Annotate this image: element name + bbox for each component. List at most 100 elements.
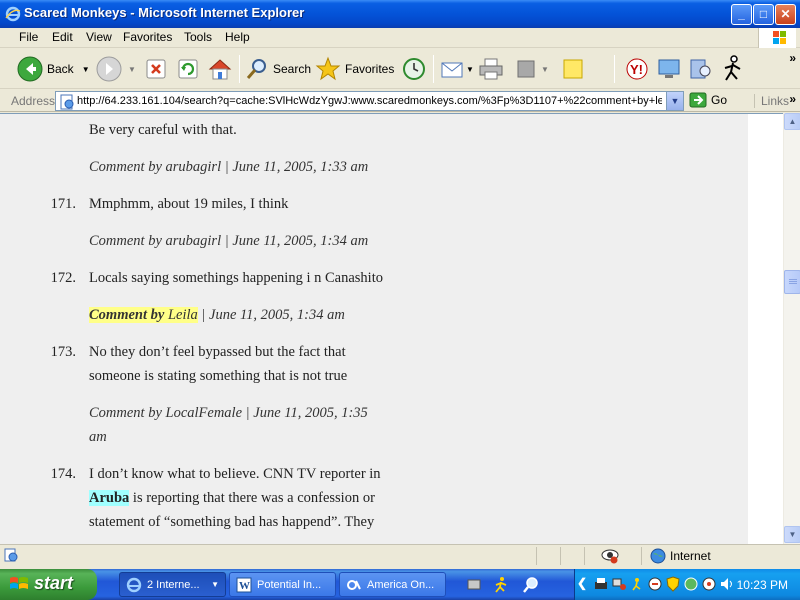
comment-date-continued: am [89, 429, 107, 445]
security-shield-icon[interactable] [665, 576, 681, 592]
updates-tray-icon[interactable] [683, 576, 699, 592]
go-button[interactable]: Go [689, 92, 727, 108]
taskbar-item-aol[interactable]: America On... [339, 572, 446, 597]
scroll-up-button[interactable]: ▲ [784, 113, 800, 130]
comment-text: I don’t know what to believe. CNN TV rep… [89, 466, 381, 482]
close-button[interactable]: ✕ [775, 4, 796, 25]
scroll-down-button[interactable]: ▼ [784, 526, 800, 543]
comment-author: LocalFemale [165, 405, 243, 421]
edit-dropdown-icon[interactable]: ▼ [541, 65, 549, 74]
menu-edit[interactable]: Edit [52, 30, 73, 44]
network-tray-icon[interactable] [611, 576, 627, 592]
sticky-note-icon [563, 59, 583, 79]
comment-author-prefix: Comment by [89, 307, 168, 323]
comment-meta: Comment by Leila | June 11, 2005, 1:34 a… [89, 307, 345, 324]
vertical-scrollbar[interactable]: ▲ ▼ [783, 113, 800, 544]
discuss-button[interactable] [561, 54, 585, 84]
comment-text: No they don’t feel bypassed but the fact… [89, 344, 346, 360]
tray-expand-icon[interactable]: ❮ [577, 576, 587, 590]
volume-tray-icon[interactable] [719, 576, 735, 592]
edit-page-icon [517, 60, 535, 78]
favorites-button[interactable]: Favorites [315, 54, 394, 84]
address-url[interactable]: http://64.233.161.104/search?q=cache:SVl… [77, 95, 662, 107]
highlighted-keyword: Aruba [89, 490, 130, 506]
menu-view[interactable]: View [86, 30, 112, 44]
menu-file[interactable]: File [19, 30, 38, 44]
mail-dropdown-icon[interactable]: ▼ [466, 65, 474, 74]
search-button[interactable]: Search [245, 54, 311, 84]
comment-author-prefix: Comment by [89, 233, 166, 249]
address-dropdown-icon[interactable]: ▼ [666, 92, 683, 110]
menu-help[interactable]: Help [225, 30, 250, 44]
links-overflow-icon[interactable]: » [789, 92, 796, 106]
address-input[interactable]: http://64.233.161.104/search?q=cache:SVl… [55, 91, 684, 111]
back-button[interactable]: Back ▼ [17, 54, 90, 84]
back-arrow-icon [17, 56, 43, 82]
scroll-thumb[interactable] [784, 270, 800, 294]
taskbar-group-arrow-icon: ▼ [211, 580, 219, 589]
refresh-button[interactable] [177, 54, 199, 84]
forward-button[interactable]: ▼ [96, 54, 136, 84]
go-label: Go [711, 93, 728, 107]
windows-flag-icon [773, 31, 786, 44]
aim-tray-icon[interactable] [629, 576, 645, 592]
research-button[interactable] [688, 54, 714, 84]
toolbar-overflow-icon[interactable]: » [789, 51, 796, 65]
taskbar-item-internet-explorer[interactable]: 2 Interne... ▼ [119, 572, 226, 597]
running-man-icon[interactable] [492, 576, 510, 594]
search-label: Search [273, 62, 312, 76]
mail-button[interactable]: ▼ [440, 54, 474, 84]
network-icon[interactable] [466, 576, 484, 592]
messenger-tray-icon[interactable] [701, 576, 717, 592]
status-bar: Internet [0, 544, 800, 566]
yahoo-button[interactable]: Y! [624, 54, 650, 84]
menu-tools[interactable]: Tools [184, 30, 212, 44]
comment-text: Mmphmm, about 19 miles, I think [89, 196, 289, 212]
maximize-button[interactable]: □ [753, 4, 774, 25]
comment-author-prefix: Comment by [89, 159, 166, 175]
taskbar: start 2 Interne... ▼ W Potential In... A… [0, 569, 800, 600]
comment-text: Be very careful with that. [89, 122, 237, 138]
history-icon [403, 58, 425, 80]
antivirus-tray-icon[interactable] [647, 576, 663, 592]
printer-tray-icon[interactable] [593, 576, 609, 592]
comment-meta: Comment by arubagirl | June 11, 2005, 1:… [89, 159, 368, 176]
search-icon[interactable] [522, 576, 540, 594]
history-button[interactable] [401, 54, 427, 84]
favorites-label: Favorites [345, 62, 395, 76]
clock[interactable]: 10:23 PM [737, 578, 788, 592]
title-bar: Scared Monkeys - Microsoft Internet Expl… [0, 0, 800, 28]
back-dropdown-icon[interactable]: ▼ [82, 65, 90, 74]
internet-explorer-icon [126, 577, 142, 593]
forward-dropdown-icon[interactable]: ▼ [128, 65, 136, 74]
home-button[interactable] [207, 54, 233, 84]
comment-author: Leila [167, 307, 198, 323]
aim-button[interactable] [720, 54, 746, 84]
back-label: Back [47, 62, 74, 76]
comment-text-rest: is reporting that there was a confession… [129, 490, 375, 506]
start-button[interactable]: start [0, 569, 97, 600]
windows-flag-icon [10, 577, 28, 589]
standard-toolbar: Back ▼ ▼ Search Favorites ▼ ▼ Y! » [0, 49, 800, 89]
stop-icon [146, 59, 166, 79]
print-button[interactable] [478, 54, 504, 84]
messenger-button[interactable] [656, 54, 682, 84]
comment-text: Aruba is reporting that there was a conf… [89, 490, 375, 507]
highlighted-comment-by: Comment by Leila [89, 307, 198, 323]
page-viewport: Be very careful with that. Comment by ar… [0, 113, 800, 544]
privacy-icon[interactable] [601, 548, 619, 564]
stop-button[interactable] [145, 54, 167, 84]
menu-favorites[interactable]: Favorites [123, 30, 172, 44]
internet-explorer-icon [5, 6, 21, 22]
go-arrow-icon [689, 92, 707, 108]
comment-text: Locals saying somethings happening i n C… [89, 270, 383, 286]
word-document-icon: W [236, 577, 252, 593]
comment-text: someone is stating something that is not… [89, 368, 348, 384]
taskbar-item-word[interactable]: W Potential In... [229, 572, 336, 597]
links-button[interactable]: Links [754, 94, 789, 108]
edit-button[interactable]: ▼ [515, 54, 549, 84]
menu-bar: File Edit View Favorites Tools Help [0, 28, 800, 48]
star-icon [315, 56, 341, 81]
minimize-button[interactable]: _ [731, 4, 752, 25]
search-icon [246, 59, 266, 79]
